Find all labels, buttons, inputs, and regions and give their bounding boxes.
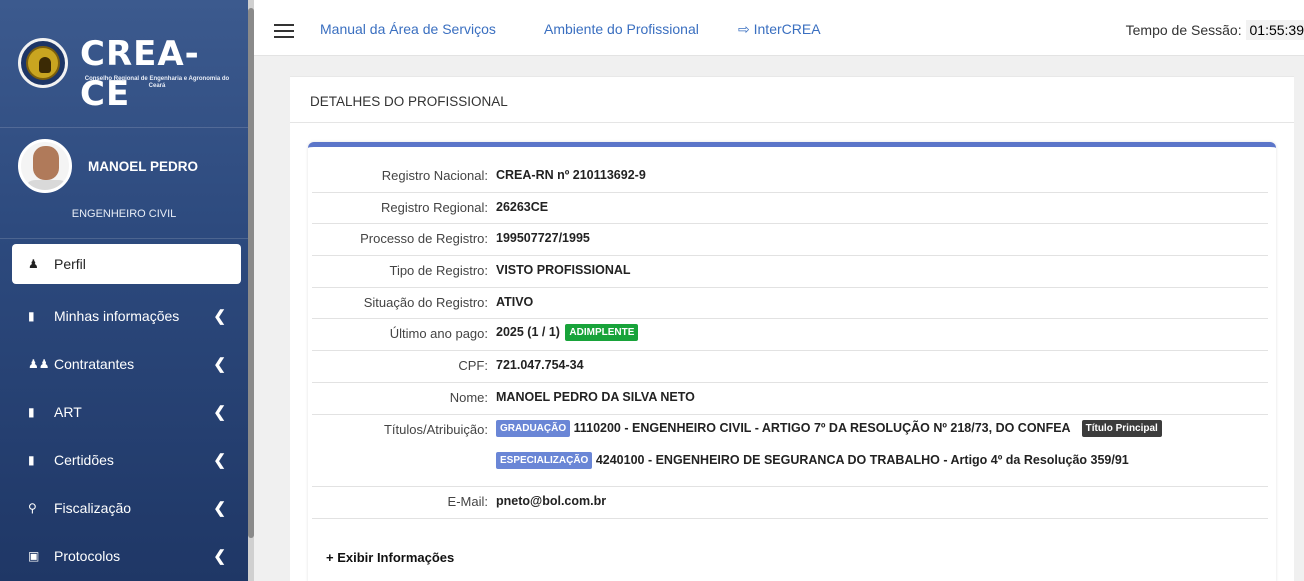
search-icon: ⚲ — [28, 501, 37, 515]
page-title: DETALHES DO PROFISSIONAL — [310, 94, 508, 109]
intercrea-link[interactable]: ⇨ InterCREA — [738, 21, 821, 38]
registro-nacional-value: CREA-RN nº 210113692-9 — [496, 168, 646, 182]
details-panel: Registro Nacional: CREA-RN nº 210113692-… — [308, 142, 1276, 581]
detail-row-cpf: CPF: 721.047.754-34 — [312, 351, 1268, 383]
sidebar-item-label: Perfil — [54, 256, 86, 272]
chevron-left-icon: ❮ — [213, 404, 226, 421]
sidebar-item-perfil[interactable]: ♟ Perfil — [12, 244, 241, 284]
titulo-graduacao: GRADUAÇÃO 1110200 - ENGENHEIRO CIVIL - A… — [496, 419, 1162, 437]
chevron-left-icon: ❮ — [213, 500, 226, 517]
detail-row-nome: Nome: MANOEL PEDRO DA SILVA NETO — [312, 383, 1268, 415]
top-navbar: Manual da Área de Serviços Ambiente do P… — [254, 0, 1304, 56]
nome-value: MANOEL PEDRO DA SILVA NETO — [496, 389, 695, 404]
sidebar-item-label: Certidões — [54, 452, 114, 468]
session-label: Tempo de Sessão: — [1125, 22, 1242, 38]
sidebar-item-fiscalizacao[interactable]: ⚲ Fiscalização ❮ — [0, 484, 248, 532]
chevron-left-icon: ❮ — [213, 356, 226, 373]
detail-row-processo: Processo de Registro: 199507727/1995 — [312, 224, 1268, 257]
detail-row-titulos: Títulos/Atribuição: GRADUAÇÃO 1110200 - … — [312, 415, 1268, 487]
document-icon: ▮ — [28, 453, 35, 467]
sidebar-item-minhas-informacoes[interactable]: ▮ Minhas informações ❮ — [0, 292, 248, 340]
status-badge: ADIMPLENTE — [565, 324, 639, 342]
profile-name: MANOEL PEDRO — [88, 159, 199, 174]
registro-regional-value: 26263CE — [496, 199, 549, 214]
tipo-value: VISTO PROFISSIONAL — [496, 263, 631, 278]
detail-row-email: E-Mail: pneto@bol.com.br — [312, 487, 1268, 519]
especializacao-badge: ESPECIALIZAÇÃO — [496, 451, 593, 469]
detail-row-ultimo-ano: Último ano pago: 2025 (1 / 1) ADIMPLENTE — [312, 319, 1268, 352]
sidebar-item-label: Minhas informações — [54, 308, 180, 324]
sidebar-menu: ♟ Perfil ▮ Minhas informações ❮ ♟♟ Contr… — [0, 244, 248, 580]
sidebar-scrollbar[interactable] — [248, 0, 254, 581]
session-time: 01:55:39 — [1245, 20, 1304, 40]
sidebar: CREA-CE Conselho Regional de Engenharia … — [0, 0, 254, 581]
chevron-left-icon: ❮ — [213, 548, 226, 565]
inbox-icon: ▣ — [28, 549, 40, 563]
titulo-especializacao: ESPECIALIZAÇÃO 4240100 - ENGENHEIRO DE S… — [496, 451, 1129, 469]
brand-name: CREA-CE — [80, 34, 200, 114]
profile-title: ENGENHEIRO CIVIL — [71, 208, 177, 220]
avatar — [18, 139, 72, 193]
sidebar-item-label: Protocolos — [54, 548, 121, 564]
user-profile: MANOEL PEDRO ENGENHEIRO CIVIL — [0, 129, 248, 239]
session-timer: Tempo de Sessão: 01:55:39 — [1125, 20, 1304, 40]
hamburger-menu-icon[interactable] — [274, 24, 294, 38]
person-icon: ♟ — [28, 257, 39, 271]
sidebar-item-certidoes[interactable]: ▮ Certidões ❮ — [0, 436, 248, 484]
exibir-informacoes-link[interactable]: + Exibir Informações — [326, 550, 454, 565]
detail-row-registro-regional: Registro Regional: 26263CE — [312, 193, 1268, 225]
detail-row-tipo: Tipo de Registro: VISTO PROFISSIONAL — [312, 256, 1268, 288]
sidebar-item-label: Contratantes — [54, 356, 135, 372]
brand-header: CREA-CE Conselho Regional de Engenharia … — [0, 0, 248, 128]
divider — [290, 122, 1294, 123]
chevron-left-icon: ❮ — [213, 452, 226, 469]
detail-row-situacao: Situação do Registro: ATIVO — [312, 288, 1268, 320]
users-icon: ♟♟ — [28, 357, 50, 371]
manual-link[interactable]: Manual da Área de Serviços — [320, 21, 496, 37]
ambiente-profissional-link[interactable]: Ambiente do Profissional — [544, 21, 699, 37]
cpf-value: 721.047.754-34 — [496, 358, 584, 373]
file-icon: ▮ — [28, 405, 35, 419]
crea-seal-logo — [18, 38, 68, 88]
brand-subtitle: Conselho Regional de Engenharia e Agrono… — [84, 76, 230, 89]
situacao-value: ATIVO — [496, 294, 534, 309]
sidebar-item-contratantes[interactable]: ♟♟ Contratantes ❮ — [0, 340, 248, 388]
clipboard-icon: ▮ — [28, 309, 35, 323]
detail-row-registro-nacional: Registro Nacional: CREA-RN nº 210113692-… — [312, 161, 1268, 193]
graduacao-badge: GRADUAÇÃO — [496, 419, 571, 437]
email-value: pneto@bol.com.br — [496, 493, 607, 508]
sidebar-item-label: Fiscalização — [54, 500, 132, 516]
login-icon: ⇨ — [738, 21, 750, 37]
processo-value: 199507727/1995 — [496, 231, 590, 246]
ultimo-ano-value: 2025 (1 / 1) ADIMPLENTE — [496, 324, 639, 342]
chevron-left-icon: ❮ — [213, 308, 226, 325]
titulo-principal-badge: Título Principal — [1081, 419, 1162, 437]
details-list: Registro Nacional: CREA-RN nº 210113692-… — [308, 161, 1276, 519]
sidebar-item-art[interactable]: ▮ ART ❮ — [0, 388, 248, 436]
sidebar-item-protocolos[interactable]: ▣ Protocolos ❮ — [0, 532, 248, 580]
sidebar-item-label: ART — [54, 404, 82, 420]
